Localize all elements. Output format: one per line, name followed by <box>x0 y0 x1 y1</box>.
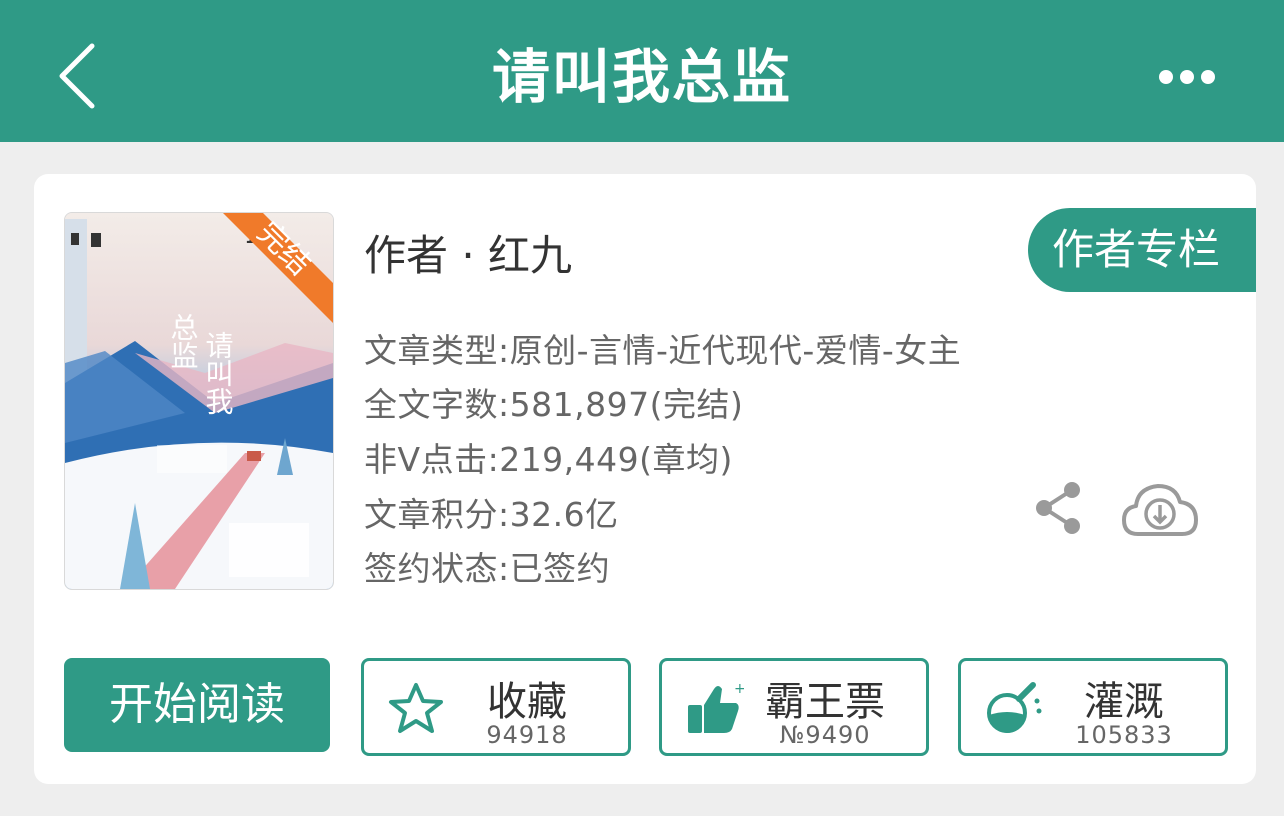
nutrient-label: 灌溉 <box>1084 679 1164 725</box>
svg-text:+: + <box>734 681 744 697</box>
more-button[interactable] <box>1156 62 1220 92</box>
book-cover[interactable]: 请叫我 总监 1 完结 <box>64 212 334 590</box>
more-horizontal-icon <box>1159 70 1215 84</box>
flask-icon <box>983 681 1043 735</box>
vote-count: №9490 <box>779 721 871 749</box>
start-reading-button[interactable]: 开始阅读 <box>64 658 330 752</box>
cloud-download-icon <box>1122 484 1198 536</box>
favorite-button[interactable]: 收藏 94918 <box>361 658 631 756</box>
svg-text:总监: 总监 <box>167 313 198 369</box>
star-icon <box>386 681 446 735</box>
top-bar: 请叫我总监 <box>0 0 1284 142</box>
info-sign-status: 签约状态:已签约 <box>364 549 611 588</box>
svg-text:请叫我: 请叫我 <box>202 331 233 415</box>
favorite-label: 收藏 <box>487 679 567 725</box>
vote-label: 霸王票 <box>765 679 885 725</box>
book-cover-image: 请叫我 总监 1 完结 <box>65 213 333 589</box>
thumbs-up-icon: + <box>684 681 746 735</box>
author-name[interactable]: 作者 · 红九 <box>364 222 572 283</box>
author-column-button[interactable]: 作者专栏 <box>1028 208 1256 292</box>
nutrient-count: 105833 <box>1075 721 1173 749</box>
nutrient-button[interactable]: 灌溉 105833 <box>958 658 1228 756</box>
share-button[interactable] <box>1032 480 1084 536</box>
book-info-card: 请叫我 总监 1 完结 作者 · 红九 作者专栏 文章类型:原创-言情-近代现代… <box>34 174 1256 784</box>
info-non-vip-clicks: 非V点击:219,449(章均) <box>364 440 733 479</box>
vote-button[interactable]: + 霸王票 №9490 <box>659 658 929 756</box>
page-title: 请叫我总监 <box>491 43 792 111</box>
favorite-count: 94918 <box>486 721 568 749</box>
info-article-score: 文章积分:32.6亿 <box>364 495 619 534</box>
info-word-count: 全文字数:581,897(完结) <box>364 385 744 424</box>
info-article-type: 文章类型:原创-言情-近代现代-爱情-女主 <box>364 331 962 370</box>
download-button[interactable] <box>1120 478 1200 540</box>
share-icon <box>1036 482 1080 534</box>
